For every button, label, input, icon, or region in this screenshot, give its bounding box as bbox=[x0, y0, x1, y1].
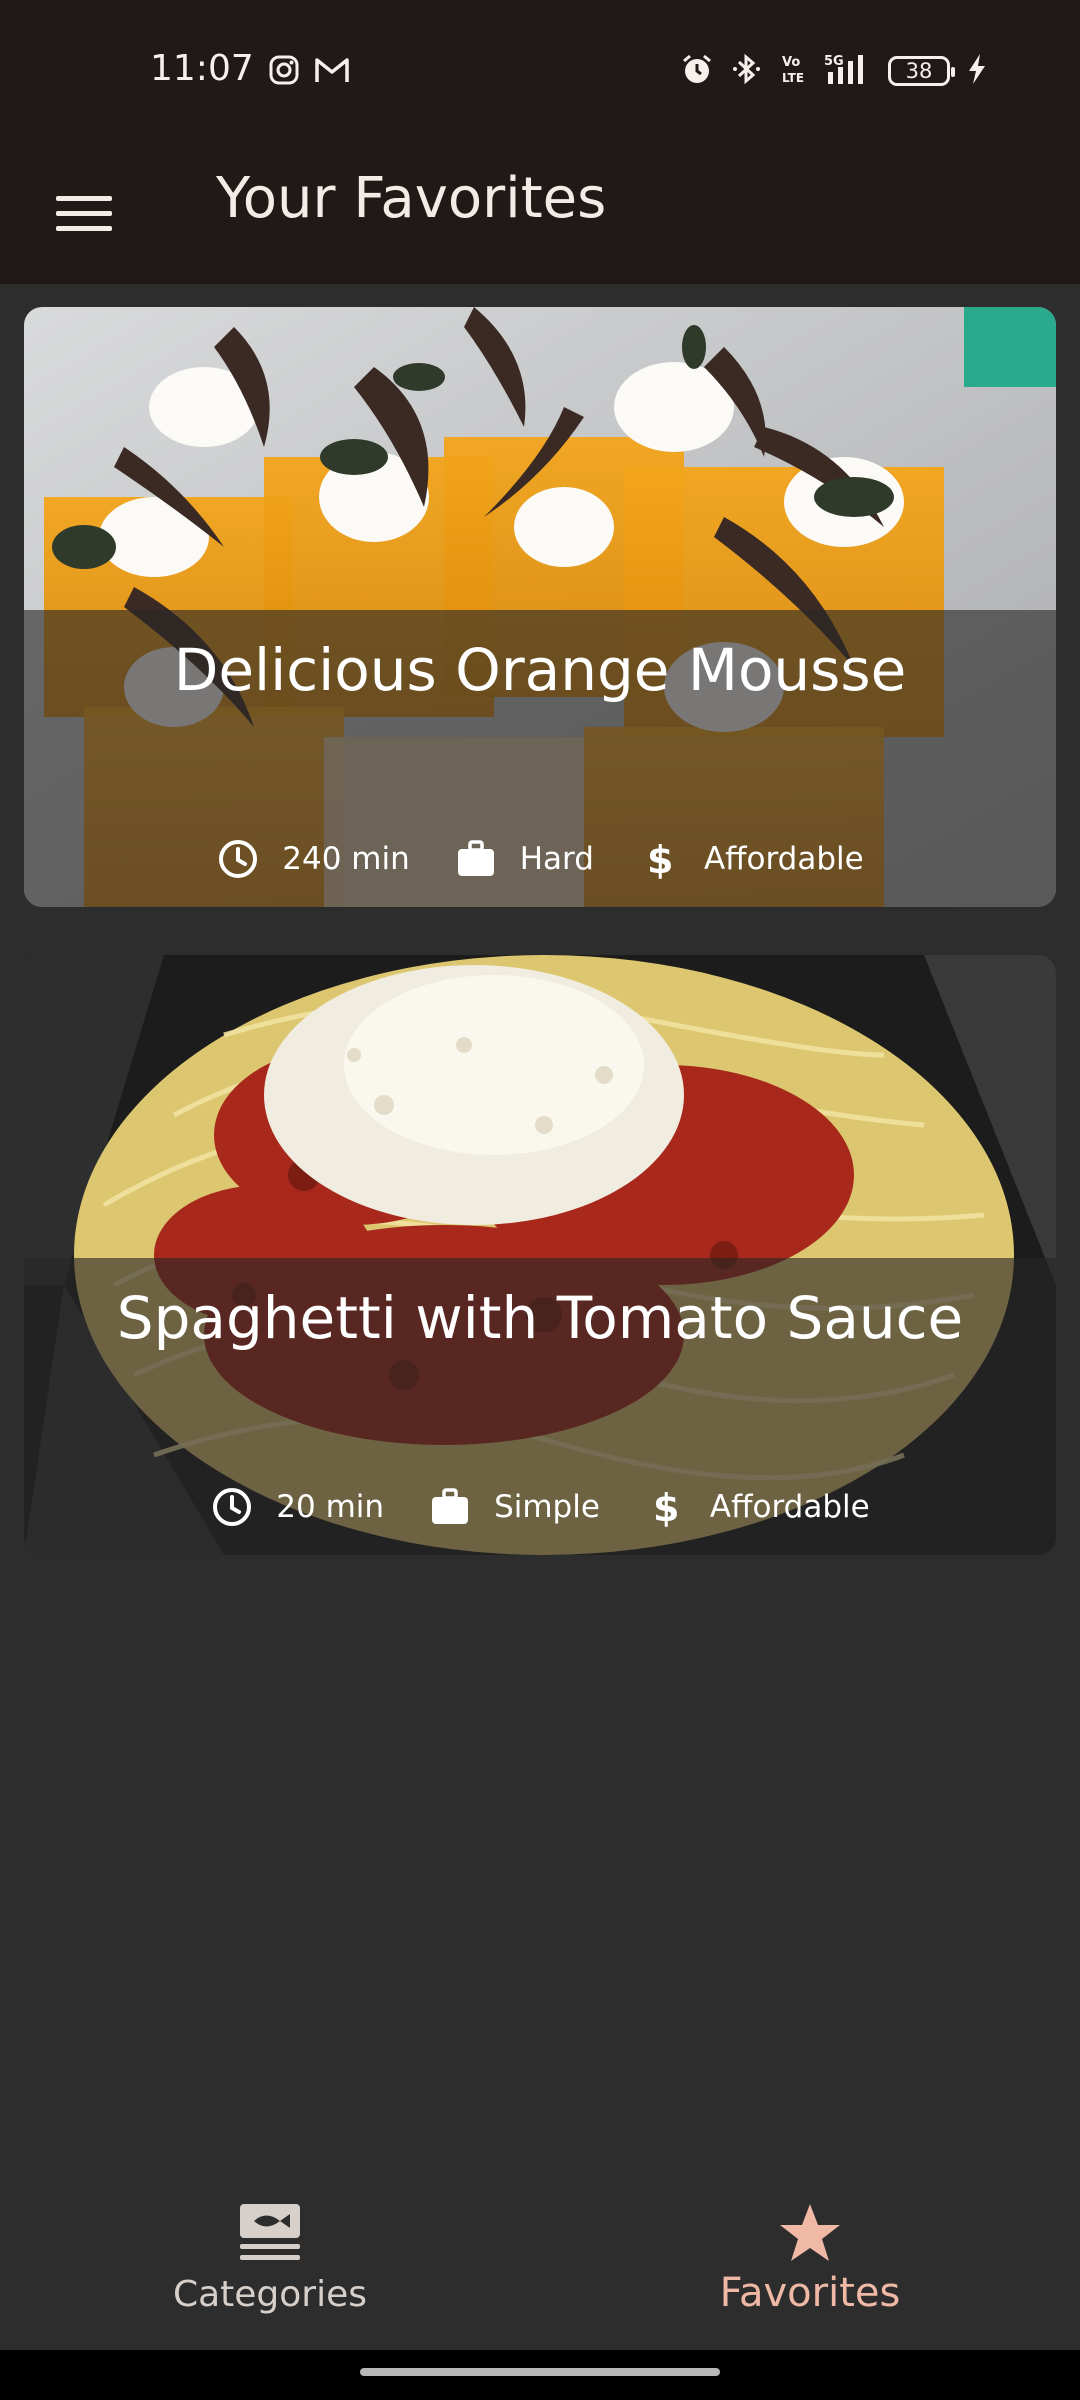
clock-icon bbox=[210, 1485, 254, 1529]
meal-duration-text: 240 min bbox=[282, 841, 410, 877]
battery-icon: 38 bbox=[888, 56, 955, 86]
meal-affordability-text: Affordable bbox=[709, 1489, 870, 1525]
nav-label-categories: Categories bbox=[172, 2274, 368, 2315]
status-system-icons: Vo LTE 5G 38 bbox=[680, 52, 988, 90]
status-bar: 11:07 Vo LTE 5G 38 bbox=[0, 0, 1080, 142]
hamburger-menu-icon bbox=[56, 194, 112, 238]
svg-text:5G: 5G bbox=[824, 54, 844, 69]
meal-duration: 20 min bbox=[210, 1485, 384, 1529]
meal-affordability: $ Affordable bbox=[638, 837, 864, 881]
clock-icon bbox=[216, 837, 260, 881]
nav-label-favorites: Favorites bbox=[719, 2270, 901, 2316]
meal-title: Delicious Orange Mousse bbox=[173, 636, 907, 704]
meal-complexity: Simple bbox=[428, 1485, 600, 1529]
meal-affordability: $ Affordable bbox=[644, 1485, 870, 1529]
dollar-icon: $ bbox=[638, 837, 682, 881]
star-icon bbox=[610, 2202, 1010, 2264]
alarm-icon bbox=[680, 52, 714, 90]
meal-duration: 240 min bbox=[216, 837, 410, 881]
meal-card[interactable]: Spaghetti with Tomato Sauce 20 min Simpl… bbox=[24, 955, 1056, 1555]
meal-card[interactable]: Delicious Orange Mousse 240 min Hard $ A… bbox=[24, 307, 1056, 907]
nav-item-categories[interactable]: Categories bbox=[70, 2202, 470, 2315]
bluetooth-icon bbox=[730, 52, 764, 90]
meal-complexity-text: Simple bbox=[494, 1489, 600, 1525]
set-meal-icon bbox=[70, 2202, 470, 2262]
svg-text:$: $ bbox=[653, 1486, 679, 1528]
status-notification-icons bbox=[268, 54, 350, 90]
nav-item-favorites[interactable]: Favorites bbox=[610, 2202, 1010, 2316]
briefcase-icon bbox=[428, 1485, 472, 1529]
svg-text:$: $ bbox=[647, 838, 673, 880]
meal-duration-text: 20 min bbox=[276, 1489, 385, 1525]
page-title: Your Favorites bbox=[216, 166, 607, 231]
battery-level: 38 bbox=[905, 59, 933, 83]
svg-text:LTE: LTE bbox=[782, 71, 804, 85]
system-gesture-area bbox=[0, 2350, 1080, 2400]
gesture-handle[interactable] bbox=[360, 2368, 720, 2376]
dollar-icon: $ bbox=[644, 1485, 688, 1529]
charging-icon bbox=[966, 52, 988, 90]
meal-affordability-text: Affordable bbox=[703, 841, 864, 877]
svg-text:Vo: Vo bbox=[782, 55, 800, 70]
5g-signal-icon: 5G bbox=[824, 52, 872, 90]
meal-meta: 20 min Simple $ Affordable bbox=[24, 1485, 1056, 1529]
bottom-navigation: Categories Favorites bbox=[0, 2170, 1080, 2350]
menu-button[interactable] bbox=[48, 180, 120, 252]
meal-meta: 240 min Hard $ Affordable bbox=[24, 837, 1056, 881]
gmail-icon bbox=[314, 54, 350, 90]
app-bar: Your Favorites bbox=[0, 142, 1080, 284]
meal-title: Spaghetti with Tomato Sauce bbox=[116, 1284, 964, 1352]
meal-complexity-text: Hard bbox=[519, 841, 594, 877]
briefcase-icon bbox=[454, 837, 498, 881]
status-time: 11:07 bbox=[150, 48, 254, 89]
meal-complexity: Hard bbox=[454, 837, 594, 881]
instagram-icon bbox=[268, 54, 300, 90]
volte-icon: Vo LTE bbox=[780, 52, 808, 90]
